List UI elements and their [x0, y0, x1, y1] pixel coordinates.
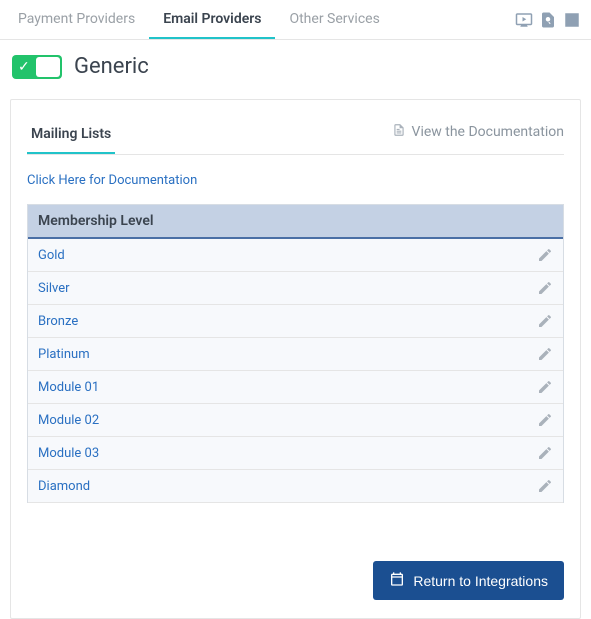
- edit-icon[interactable]: [537, 412, 553, 428]
- subtab-mailing-lists[interactable]: Mailing Lists: [27, 118, 115, 154]
- table-header: Membership Level: [28, 205, 563, 239]
- calendar-icon: [389, 571, 405, 590]
- top-actions: [515, 11, 581, 29]
- top-bar: Payment Providers Email Providers Other …: [0, 0, 591, 40]
- return-to-integrations-button[interactable]: Return to Integrations: [373, 561, 564, 600]
- table-row: Bronze: [28, 305, 563, 338]
- check-icon: ✓: [18, 60, 30, 74]
- edit-icon[interactable]: [537, 445, 553, 461]
- table-row: Gold: [28, 239, 563, 272]
- enable-toggle[interactable]: ✓: [12, 55, 62, 79]
- user-icon[interactable]: [563, 11, 581, 29]
- tab-other-services[interactable]: Other Services: [275, 1, 393, 39]
- table-row: Module 02: [28, 404, 563, 437]
- table-row: Silver: [28, 272, 563, 305]
- edit-icon[interactable]: [537, 346, 553, 362]
- return-button-label: Return to Integrations: [413, 573, 548, 589]
- table-row: Module 01: [28, 371, 563, 404]
- table-row: Module 03: [28, 437, 563, 470]
- provider-header: ✓ Generic: [0, 40, 591, 89]
- document-icon: [392, 122, 406, 142]
- edit-icon[interactable]: [537, 379, 553, 395]
- edit-icon[interactable]: [537, 247, 553, 263]
- membership-name[interactable]: Diamond: [38, 479, 90, 494]
- toggle-knob: [36, 57, 60, 77]
- documentation-link[interactable]: Click Here for Documentation: [27, 173, 197, 188]
- edit-icon[interactable]: [537, 280, 553, 296]
- membership-name[interactable]: Module 01: [38, 380, 99, 395]
- membership-name[interactable]: Bronze: [38, 314, 78, 329]
- search-icon[interactable]: [539, 11, 557, 29]
- main-tabs: Payment Providers Email Providers Other …: [4, 0, 394, 39]
- tab-payment-providers[interactable]: Payment Providers: [4, 1, 149, 39]
- membership-name[interactable]: Gold: [38, 248, 65, 263]
- table-row: Platinum: [28, 338, 563, 371]
- view-documentation-label: View the Documentation: [412, 124, 564, 140]
- edit-icon[interactable]: [537, 313, 553, 329]
- provider-name: Generic: [74, 54, 149, 79]
- membership-table: Membership Level Gold Silver Bronze Platinu…: [27, 204, 564, 503]
- membership-name[interactable]: Platinum: [38, 347, 90, 362]
- membership-name[interactable]: Silver: [38, 281, 70, 296]
- panel: Mailing Lists View the Documentation Cli…: [10, 99, 581, 619]
- footer: Return to Integrations: [11, 543, 580, 600]
- membership-name[interactable]: Module 02: [38, 413, 99, 428]
- video-icon[interactable]: [515, 11, 533, 29]
- sub-tabs: Mailing Lists: [27, 118, 139, 154]
- tab-email-providers[interactable]: Email Providers: [149, 1, 275, 39]
- edit-icon[interactable]: [537, 478, 553, 494]
- membership-name[interactable]: Module 03: [38, 446, 99, 461]
- subtabs-row: Mailing Lists View the Documentation: [27, 118, 564, 155]
- table-row: Diamond: [28, 470, 563, 503]
- view-documentation-link[interactable]: View the Documentation: [392, 122, 564, 150]
